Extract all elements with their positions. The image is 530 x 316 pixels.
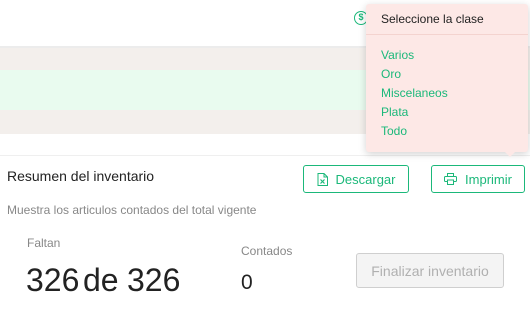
- class-option-todo[interactable]: Todo: [381, 124, 448, 143]
- class-option-varios[interactable]: Varios: [381, 48, 448, 67]
- excel-file-icon: [317, 172, 328, 186]
- download-button-label: Descargar: [335, 171, 396, 187]
- finalize-inventory-button[interactable]: Finalizar inventario: [356, 253, 504, 288]
- class-option-oro[interactable]: Oro: [381, 67, 448, 86]
- counted-label: Contados: [241, 244, 293, 258]
- class-select-popover: Seleccione la clase Varios Oro Miscelane…: [366, 4, 528, 152]
- total-count: 326: [127, 262, 181, 298]
- counted-value: 0: [241, 271, 253, 294]
- class-option-miscelaneos[interactable]: Miscelaneos: [381, 86, 448, 105]
- popover-divider: [366, 34, 528, 35]
- remaining-label: Faltan: [27, 236, 61, 250]
- inventory-summary-title: Resumen del inventario: [7, 168, 155, 184]
- class-option-plata[interactable]: Plata: [381, 105, 448, 124]
- class-select-title: Seleccione la clase: [381, 12, 484, 26]
- printer-icon: [444, 173, 458, 185]
- print-button-label: Imprimir: [465, 171, 512, 187]
- print-button[interactable]: Imprimir: [431, 165, 525, 193]
- popover-arrow: [502, 149, 518, 157]
- inventory-summary-subtitle: Muestra los articulos contados del total…: [7, 203, 257, 217]
- remaining-count: 326: [26, 262, 80, 298]
- class-options-list: Varios Oro Miscelaneos Plata Todo: [381, 48, 448, 143]
- download-button[interactable]: Descargar: [303, 165, 409, 193]
- remaining-of-word: de: [83, 262, 119, 298]
